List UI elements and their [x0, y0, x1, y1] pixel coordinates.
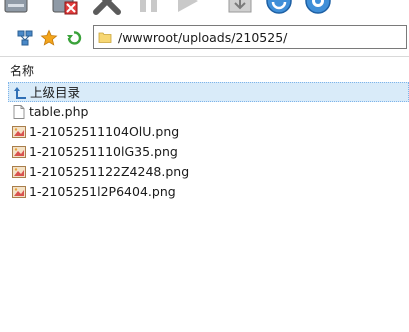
image-icon [12, 146, 26, 158]
address-bar[interactable]: /wwwroot/uploads/210525/ [93, 25, 407, 49]
list-item-label: table.php [29, 104, 89, 119]
server-icon[interactable] [2, 0, 32, 16]
image-icon [12, 126, 26, 138]
disconnect-icon[interactable] [50, 0, 80, 16]
file-icon [13, 105, 25, 119]
list-item[interactable]: 1-2105251110lG35.png [8, 142, 409, 162]
list-item-label: 1-2105251122Z4248.png [29, 164, 190, 179]
network-icon[interactable] [16, 29, 34, 47]
list-item-label: 1-21052511104OlU.png [29, 124, 180, 139]
list-item-label: 1-2105251l2P6404.png [29, 184, 176, 199]
image-icon [12, 186, 26, 198]
globe-icon[interactable] [303, 0, 333, 16]
toolbar [0, 0, 409, 20]
pause-icon[interactable] [134, 0, 164, 16]
list-item[interactable]: table.php [8, 102, 409, 122]
column-header-name[interactable]: 名称 [10, 62, 34, 79]
up-arrow-icon [14, 87, 26, 99]
divider [0, 56, 409, 57]
list-item[interactable]: 1-2105251122Z4248.png [8, 162, 409, 182]
address-toolbar: /wwwroot/uploads/210525/ [0, 21, 409, 53]
list-item-label: 1-2105251110lG35.png [29, 144, 178, 159]
folder-icon [98, 32, 112, 43]
list-item-parent-directory[interactable]: 上级目录 [8, 82, 409, 102]
image-icon [12, 166, 26, 178]
close-icon[interactable] [92, 0, 122, 16]
ftp-file-browser: /wwwroot/uploads/210525/ 名称 上级目录 table.p… [0, 0, 409, 332]
download-icon[interactable] [225, 0, 255, 16]
list-item-label: 上级目录 [30, 85, 81, 100]
favorite-star-icon[interactable] [40, 29, 58, 47]
address-path: /wwwroot/uploads/210525/ [118, 30, 288, 45]
back-icon[interactable] [65, 29, 83, 47]
play-icon[interactable] [172, 0, 202, 16]
file-list: 上级目录 table.php 1-21052511104OlU.png 1-21… [8, 82, 409, 202]
list-item[interactable]: 1-2105251l2P6404.png [8, 182, 409, 202]
refresh-icon[interactable] [264, 0, 294, 16]
list-item[interactable]: 1-21052511104OlU.png [8, 122, 409, 142]
